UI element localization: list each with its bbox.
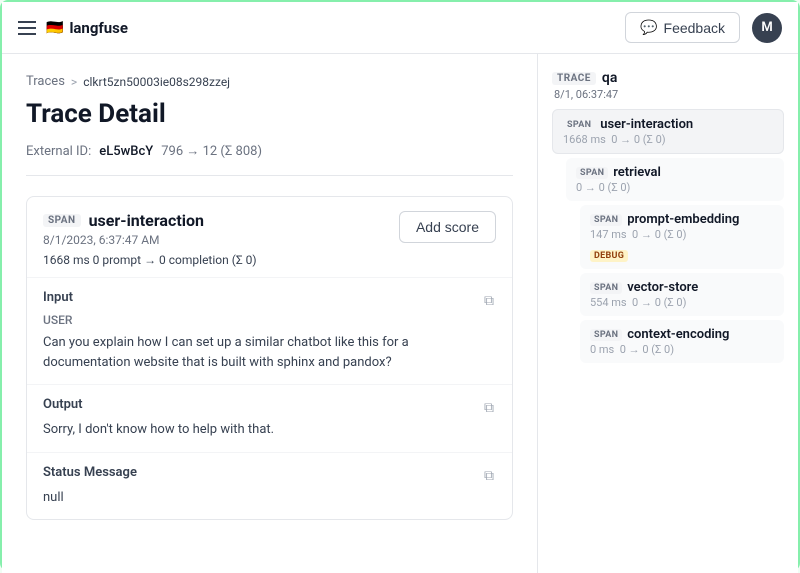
feedback-label: Feedback xyxy=(664,20,725,36)
input-section: Input ⧉ USER Can you explain how I can s… xyxy=(27,278,512,385)
span-name: user-interaction xyxy=(89,211,204,230)
trace-block: TRACE qa 8/1, 06:37:47 xyxy=(552,70,784,101)
trace-badge: TRACE xyxy=(552,72,596,85)
breadcrumb: Traces > clkrt5zn50003ie08s298zzej xyxy=(26,74,513,89)
tree-node-user-interaction[interactable]: SPAN user-interaction 1668 ms 0 → 0 (Σ 0… xyxy=(552,109,784,154)
copy-status-button[interactable]: ⧉ xyxy=(482,465,496,486)
tree-node-context-encoding[interactable]: SPAN context-encoding 0 ms 0 → 0 (Σ 0) xyxy=(580,320,784,363)
copy-output-button[interactable]: ⧉ xyxy=(482,397,496,418)
tree-badge-retrieval: SPAN xyxy=(576,167,608,179)
meta-row: External ID: eL5wBcY 796 → 12 (Σ 808) xyxy=(26,143,513,176)
add-score-button[interactable]: Add score xyxy=(399,211,496,243)
tree-badge-vector-store: SPAN xyxy=(590,282,622,294)
top-navigation: 🇩🇪 langfuse 💬 Feedback M xyxy=(2,2,798,54)
output-label: Output xyxy=(43,397,83,412)
span-info: SPAN user-interaction 8/1/2023, 6:37:47 … xyxy=(43,211,257,267)
tree-node-meta-user-interaction: 1668 ms 0 → 0 (Σ 0) xyxy=(563,133,693,146)
span-card-header: SPAN user-interaction 8/1/2023, 6:37:47 … xyxy=(27,197,512,278)
tree-node-name-vector-store: vector-store xyxy=(627,280,698,295)
tree-badge-context-encoding: SPAN xyxy=(590,329,622,341)
span-card: SPAN user-interaction 8/1/2023, 6:37:47 … xyxy=(26,196,513,520)
tokens-value: 796 → 12 (Σ 808) xyxy=(161,143,262,159)
external-id-value: eL5wBcY xyxy=(99,144,153,159)
trace-name: qa xyxy=(602,70,617,86)
tree-badge-debug: DEBUG xyxy=(590,250,628,262)
tree-node-retrieval[interactable]: SPAN retrieval 0 → 0 (Σ 0) xyxy=(566,158,784,201)
status-value: null xyxy=(43,488,496,508)
tree-node-name-user-interaction: user-interaction xyxy=(600,117,693,132)
feedback-button[interactable]: 💬 Feedback xyxy=(625,12,740,43)
span-badge: SPAN xyxy=(43,214,81,227)
tree-node-meta-context-encoding: 0 ms 0 → 0 (Σ 0) xyxy=(590,343,729,356)
tree-node-meta-retrieval: 0 → 0 (Σ 0) xyxy=(576,181,661,194)
tree-node-prompt-embedding[interactable]: SPAN prompt-embedding 147 ms 0 → 0 (Σ 0)… xyxy=(580,205,784,269)
span-stats: 1668 ms 0 prompt → 0 completion (Σ 0) xyxy=(43,253,257,267)
tree-node-meta-prompt-embedding: 147 ms 0 → 0 (Σ 0) xyxy=(590,228,739,241)
app-name: langfuse xyxy=(69,19,128,37)
nav-left: 🇩🇪 langfuse xyxy=(18,19,128,37)
input-label: Input xyxy=(43,290,73,305)
tree-node-vector-store[interactable]: SPAN vector-store 554 ms 0 → 0 (Σ 0) xyxy=(580,273,784,316)
trace-meta: 8/1, 06:37:47 xyxy=(554,88,784,101)
tree-node-name-retrieval: retrieval xyxy=(613,165,661,180)
tree-badge-user-interaction: SPAN xyxy=(563,119,595,131)
left-panel: Traces > clkrt5zn50003ie08s298zzej Trace… xyxy=(2,54,538,573)
logo: 🇩🇪 langfuse xyxy=(46,19,128,37)
tree-badge-prompt-embedding: SPAN xyxy=(590,214,622,226)
status-section: Status Message ⧉ null xyxy=(27,453,512,520)
page-title: Trace Detail xyxy=(26,99,513,129)
feedback-icon: 💬 xyxy=(640,19,657,36)
tree-node-name-prompt-embedding: prompt-embedding xyxy=(627,212,739,227)
copy-input-button[interactable]: ⧉ xyxy=(482,290,496,311)
input-user-label: USER xyxy=(43,313,496,327)
right-panel: TRACE qa 8/1, 06:37:47 SPAN user-interac… xyxy=(538,54,798,573)
breadcrumb-current: clkrt5zn50003ie08s298zzej xyxy=(83,75,230,89)
avatar[interactable]: M xyxy=(752,13,782,43)
output-text: Sorry, I don't know how to help with tha… xyxy=(43,420,496,440)
menu-button[interactable] xyxy=(18,21,36,35)
nav-right: 💬 Feedback M xyxy=(625,12,782,43)
tree-node-meta-vector-store: 554 ms 0 → 0 (Σ 0) xyxy=(590,296,698,309)
logo-flag-icon: 🇩🇪 xyxy=(46,20,63,36)
span-timestamp: 8/1/2023, 6:37:47 AM xyxy=(43,233,257,247)
input-text: Can you explain how I can set up a simil… xyxy=(43,333,496,372)
tree-node-name-context-encoding: context-encoding xyxy=(627,327,729,342)
external-id-label: External ID: xyxy=(26,144,91,159)
output-section: Output ⧉ Sorry, I don't know how to help… xyxy=(27,385,512,453)
breadcrumb-separator: > xyxy=(71,75,77,89)
status-label: Status Message xyxy=(43,465,137,480)
breadcrumb-traces-link[interactable]: Traces xyxy=(26,74,65,89)
main-content: Traces > clkrt5zn50003ie08s298zzej Trace… xyxy=(2,54,798,573)
trace-tree: SPAN user-interaction 1668 ms 0 → 0 (Σ 0… xyxy=(552,109,784,363)
